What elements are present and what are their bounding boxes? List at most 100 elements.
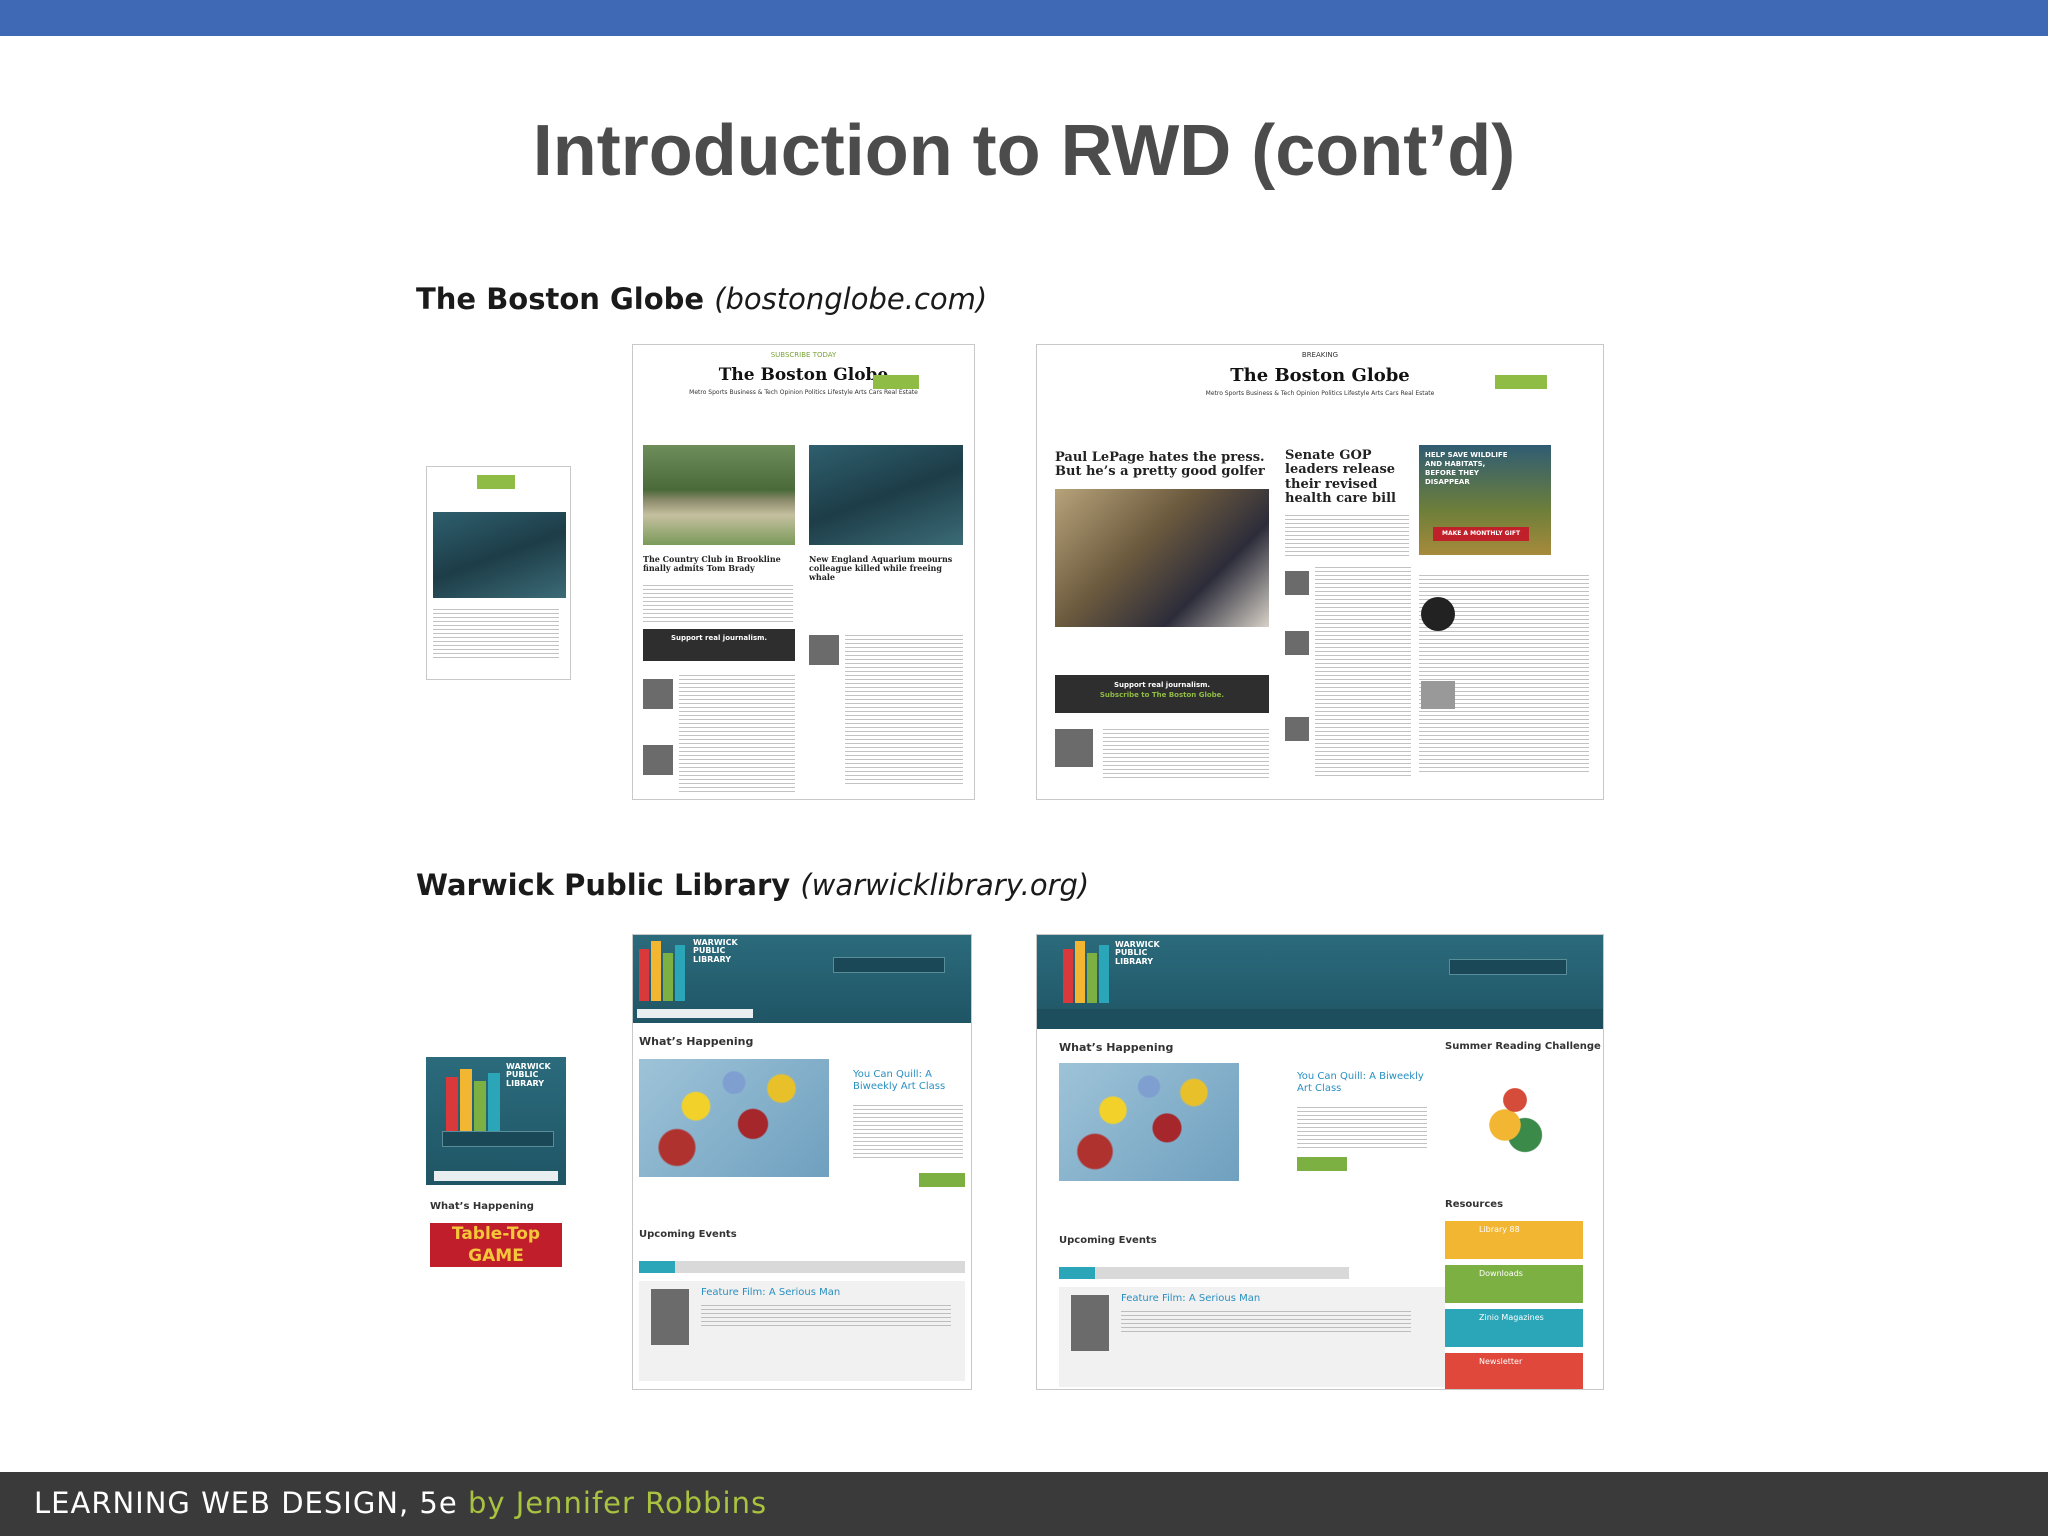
catalog-search-input[interactable] — [1449, 959, 1567, 975]
name-line: LIBRARY — [506, 1078, 545, 1088]
site-url: (warwicklibrary.org) — [800, 868, 1090, 902]
books-logo — [639, 941, 689, 1001]
main-menu-select[interactable] — [434, 1171, 558, 1181]
summer-reading-graphic — [1465, 1065, 1565, 1165]
resources-heading: Resources — [1445, 1199, 1504, 1210]
boston-globe-tablet-screenshot: SUBSCRIBE TODAY The Boston Globe Metro S… — [632, 344, 975, 800]
books-logo — [1063, 941, 1113, 1003]
quilling-flowers-image — [1059, 1063, 1239, 1181]
read-more-button[interactable] — [919, 1173, 965, 1187]
lepage-photo — [1055, 489, 1269, 627]
upcoming-events-heading: Upcoming Events — [639, 1229, 737, 1240]
event-tabs[interactable] — [639, 1261, 965, 1273]
whats-happening-heading: What’s Happening — [639, 1035, 754, 1048]
book-red — [1063, 949, 1073, 1003]
resource-zinio[interactable]: Zinio Magazines — [1445, 1309, 1583, 1347]
article-list-text — [679, 675, 795, 795]
book-green — [1087, 953, 1097, 1003]
article-text — [1103, 729, 1269, 779]
book-yellow — [1075, 941, 1085, 1003]
article-text — [433, 609, 559, 659]
tab-adults[interactable] — [639, 1261, 675, 1273]
headline-lepage: Paul LePage hates the press. But he’s a … — [1055, 450, 1265, 480]
event-tabs[interactable] — [1059, 1267, 1349, 1279]
article-thumbnail — [1285, 631, 1309, 655]
event-title-link[interactable]: Feature Film: A Serious Man — [701, 1287, 840, 1299]
book-cyan — [675, 945, 685, 1001]
resource-library[interactable]: Library 88 — [1445, 1221, 1583, 1259]
book-yellow — [651, 941, 661, 1001]
site-name: Warwick Public Library — [416, 868, 801, 902]
library-header: WARWICK PUBLIC LIBRARY — [1037, 935, 1603, 1029]
article-thumbnail — [809, 635, 839, 665]
section-label-boston-globe: The Boston Globe (bostonglobe.com) — [416, 282, 987, 316]
article-text — [1285, 515, 1409, 559]
books-logo — [446, 1069, 502, 1131]
book-cyan — [488, 1073, 500, 1131]
site-url: (bostonglobe.com) — [714, 282, 988, 316]
article-thumbnail — [1285, 571, 1309, 595]
quill-class-link[interactable]: You Can Quill: A Biweekly Art Class — [853, 1069, 963, 1092]
event-title-link[interactable]: Feature Film: A Serious Man — [1121, 1293, 1260, 1305]
boston-globe-desktop-screenshot: BREAKING The Boston Globe Metro Sports B… — [1036, 344, 1604, 800]
table-top-game-banner: Table-Top GAME — [430, 1223, 562, 1267]
book-red — [446, 1077, 458, 1131]
slide-title: Introduction to RWD (cont’d) — [532, 111, 1516, 191]
support-text: Support real journalism. — [670, 634, 768, 642]
boston-globe-mobile-screenshot — [426, 466, 571, 680]
footer-credit: LEARNING WEB DESIGN, 5e by Jennifer Robb… — [34, 1486, 767, 1520]
ad-button: MAKE A MONTHLY GIFT — [1433, 527, 1529, 541]
library-header: WARWICK PUBLIC LIBRARY — [633, 935, 971, 1023]
book-green — [663, 953, 673, 1001]
book-red — [639, 949, 649, 1001]
article-thumbnail — [1055, 729, 1093, 767]
catalog-search-input[interactable] — [442, 1131, 554, 1147]
read-more-button[interactable] — [1297, 1157, 1347, 1171]
resource-label: Newsletter — [1479, 1357, 1523, 1366]
article-list-text — [845, 635, 963, 785]
event-description — [853, 1105, 963, 1159]
whale-photo — [809, 445, 963, 545]
quilling-flowers-image — [639, 1059, 829, 1177]
support-journalism-banner: Support real journalism. — [643, 629, 795, 661]
event-card: Feature Film: A Serious Man — [1059, 1287, 1445, 1387]
globe-nav: Metro Sports Business & Tech Opinion Pol… — [689, 389, 918, 396]
article-list-text — [1315, 567, 1411, 777]
book-title: LEARNING WEB DESIGN, 5e — [34, 1486, 468, 1520]
upcoming-events-heading: Upcoming Events — [1059, 1235, 1157, 1246]
whats-happening-heading: What’s Happening — [1059, 1041, 1174, 1054]
library-name: WARWICK PUBLIC LIBRARY — [693, 938, 738, 964]
whats-happening-heading: What’s Happening — [430, 1201, 534, 1212]
resource-label: Downloads — [1479, 1269, 1523, 1278]
country-club-photo — [643, 445, 795, 545]
film-poster — [651, 1289, 689, 1345]
article-thumbnail — [643, 745, 673, 775]
main-menu-select[interactable] — [637, 1009, 753, 1018]
subscribe-button — [477, 475, 515, 489]
book-green — [474, 1081, 486, 1131]
event-card: Feature Film: A Serious Man — [639, 1281, 965, 1381]
support-journalism-banner: Support real journalism. Subscribe to Th… — [1055, 675, 1269, 713]
resource-downloads[interactable]: Downloads — [1445, 1265, 1583, 1303]
library-name: WARWICK PUBLIC LIBRARY — [1115, 940, 1160, 966]
resource-label: Library 88 — [1479, 1225, 1520, 1234]
section-label-warwick-library: Warwick Public Library (warwicklibrary.o… — [416, 868, 1089, 902]
site-name: The Boston Globe — [416, 282, 715, 316]
whale-photo — [433, 512, 566, 598]
resource-label: Zinio Magazines — [1479, 1313, 1544, 1322]
subscribe-banner: SUBSCRIBE TODAY — [770, 351, 837, 359]
main-nav-bar[interactable] — [1037, 1009, 1603, 1029]
article-text — [643, 585, 793, 625]
article-thumbnail — [643, 679, 673, 709]
spotlight-logo — [1421, 597, 1455, 631]
warwick-library-tablet-screenshot: WARWICK PUBLIC LIBRARY What’s Happening … — [632, 934, 972, 1390]
support-subtext: Subscribe to The Boston Globe. — [1099, 691, 1225, 699]
tab-adults[interactable] — [1059, 1267, 1095, 1279]
book-author: by Jennifer Robbins — [467, 1486, 768, 1520]
book-yellow — [460, 1069, 472, 1131]
name-line: LIBRARY — [1115, 956, 1154, 966]
catalog-search-input[interactable] — [833, 957, 945, 973]
quill-class-link[interactable]: You Can Quill: A Biweekly Art Class — [1297, 1071, 1427, 1094]
resource-newsletter[interactable]: Newsletter — [1445, 1353, 1583, 1389]
warwick-library-desktop-screenshot: WARWICK PUBLIC LIBRARY What’s Happening … — [1036, 934, 1604, 1390]
